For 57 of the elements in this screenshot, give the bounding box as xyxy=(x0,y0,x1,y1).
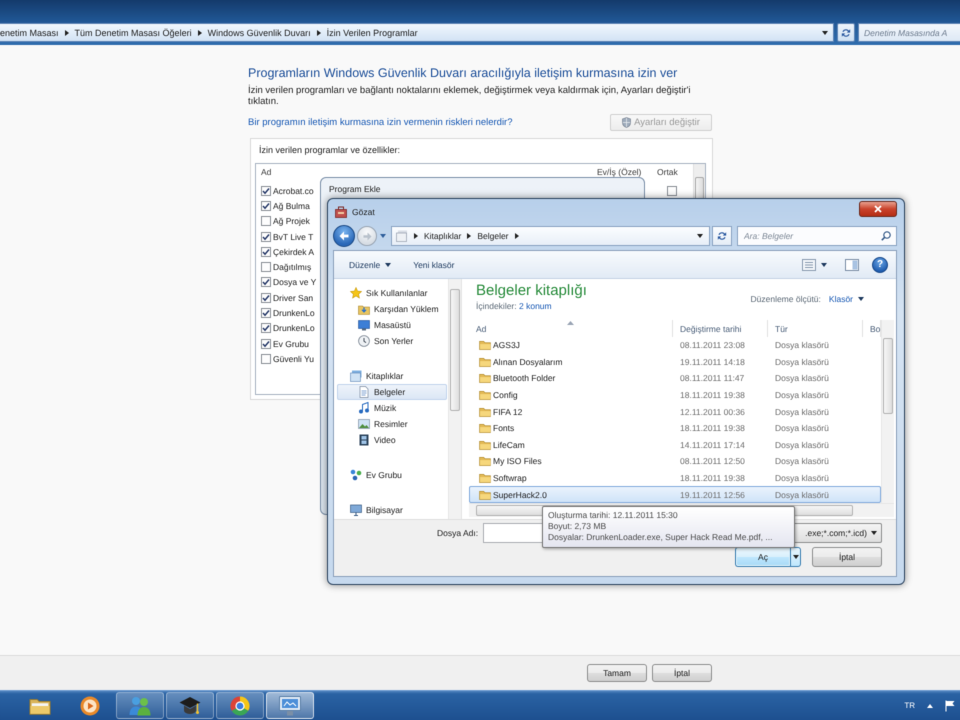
file-name-label: Dosya Adı: xyxy=(437,528,478,538)
modified-date: 19.11.2011 14:18 xyxy=(680,356,745,367)
group-label: İzin verilen programlar ve özellikler: xyxy=(259,145,400,155)
file-name: Fonts xyxy=(493,423,514,434)
file-name: Alınan Dosyalarım xyxy=(493,356,562,367)
program-name: Çekirdek A xyxy=(273,246,314,257)
program-name: Ev Grubu xyxy=(273,338,309,349)
file-type: Dosya klasörü xyxy=(775,440,829,450)
file-type: Dosya klasörü xyxy=(775,340,829,350)
file-name: LifeCam xyxy=(493,440,525,450)
arrange-label: Düzenleme ölçütü: xyxy=(750,294,821,304)
column-header: Ortak xyxy=(657,166,678,176)
file-name: Softwrap xyxy=(493,473,527,484)
tooltip-line: Boyut: 2,73 MB xyxy=(548,521,608,532)
file-type: Dosya klasörü xyxy=(775,390,829,400)
file-name: My ISO Files xyxy=(493,456,542,466)
program-name: Dosya ve Y xyxy=(273,277,316,288)
file-name: Config xyxy=(493,390,518,400)
modified-date: 12.11.2011 00:36 xyxy=(680,406,745,417)
library-title: Belgeler kitaplığı xyxy=(476,282,587,299)
window-title: Gözat xyxy=(352,206,375,216)
program-name: Ağ Projek xyxy=(273,216,310,226)
program-name: Driver San xyxy=(273,292,314,303)
file-type: Dosya klasörü xyxy=(775,373,829,384)
program-name: BvT Live T xyxy=(273,232,314,242)
modified-date: 08.11.2011 11:47 xyxy=(680,373,744,384)
modified-date: 18.11.2011 19:38 xyxy=(680,390,745,400)
column-header: Ev/İş (Özel) xyxy=(597,166,642,176)
modified-date: 18.11.2011 19:38 xyxy=(680,423,745,434)
program-name: Ağ Bulma xyxy=(273,200,310,211)
file-type: Dosya klasörü xyxy=(775,356,829,367)
file-type: Dosya klasörü xyxy=(775,490,829,500)
file-name: Bluetooth Folder xyxy=(493,373,556,384)
file-type: Dosya klasörü xyxy=(775,406,829,417)
modified-date: 08.11.2011 12:50 xyxy=(680,456,745,466)
window-title: Program Ekle xyxy=(329,184,380,194)
column-header: Ad xyxy=(261,166,272,176)
modified-date: 14.11.2011 17:14 xyxy=(680,440,745,450)
modified-date: 19.11.2011 12:56 xyxy=(680,490,745,500)
file-type: Dosya klasörü xyxy=(775,423,829,434)
description-text: İzin verilen programları ve bağlantı noktalarını eklemek, değiştirmek veya kaldırmak için, Ayarları değiştir'i tıklatın. xyxy=(248,85,692,107)
file-type: Dosya klasörü xyxy=(775,473,829,484)
page-heading: Programların Windows Güvenlik Duvarı aracılığıyla iletişim kurmasına izin ver xyxy=(248,66,678,80)
program-name: Dağıtılmış xyxy=(273,262,312,272)
modified-date: 08.11.2011 23:08 xyxy=(680,340,745,350)
file-name: AGS3J xyxy=(493,340,520,350)
file-name: SuperHack2.0 xyxy=(493,490,547,500)
tooltip-line: Oluşturma tarihi: 12.11.2011 15:30 xyxy=(548,510,679,521)
file-type: Dosya klasörü xyxy=(775,456,829,466)
includes-label: İçindekiler: xyxy=(476,301,517,311)
program-name: Acrobat.co xyxy=(273,186,314,196)
program-name: DrunkenLo xyxy=(273,308,315,318)
tooltip-line: Dosyalar: DrunkenLoader.exe, Super Hack Read Me.pdf, ... xyxy=(548,532,774,543)
modified-date: 18.11.2011 19:38 xyxy=(680,473,745,484)
file-name: FIFA 12 xyxy=(493,406,522,417)
program-name: Güvenli Yu xyxy=(273,354,314,364)
program-name: DrunkenLo xyxy=(273,323,315,334)
